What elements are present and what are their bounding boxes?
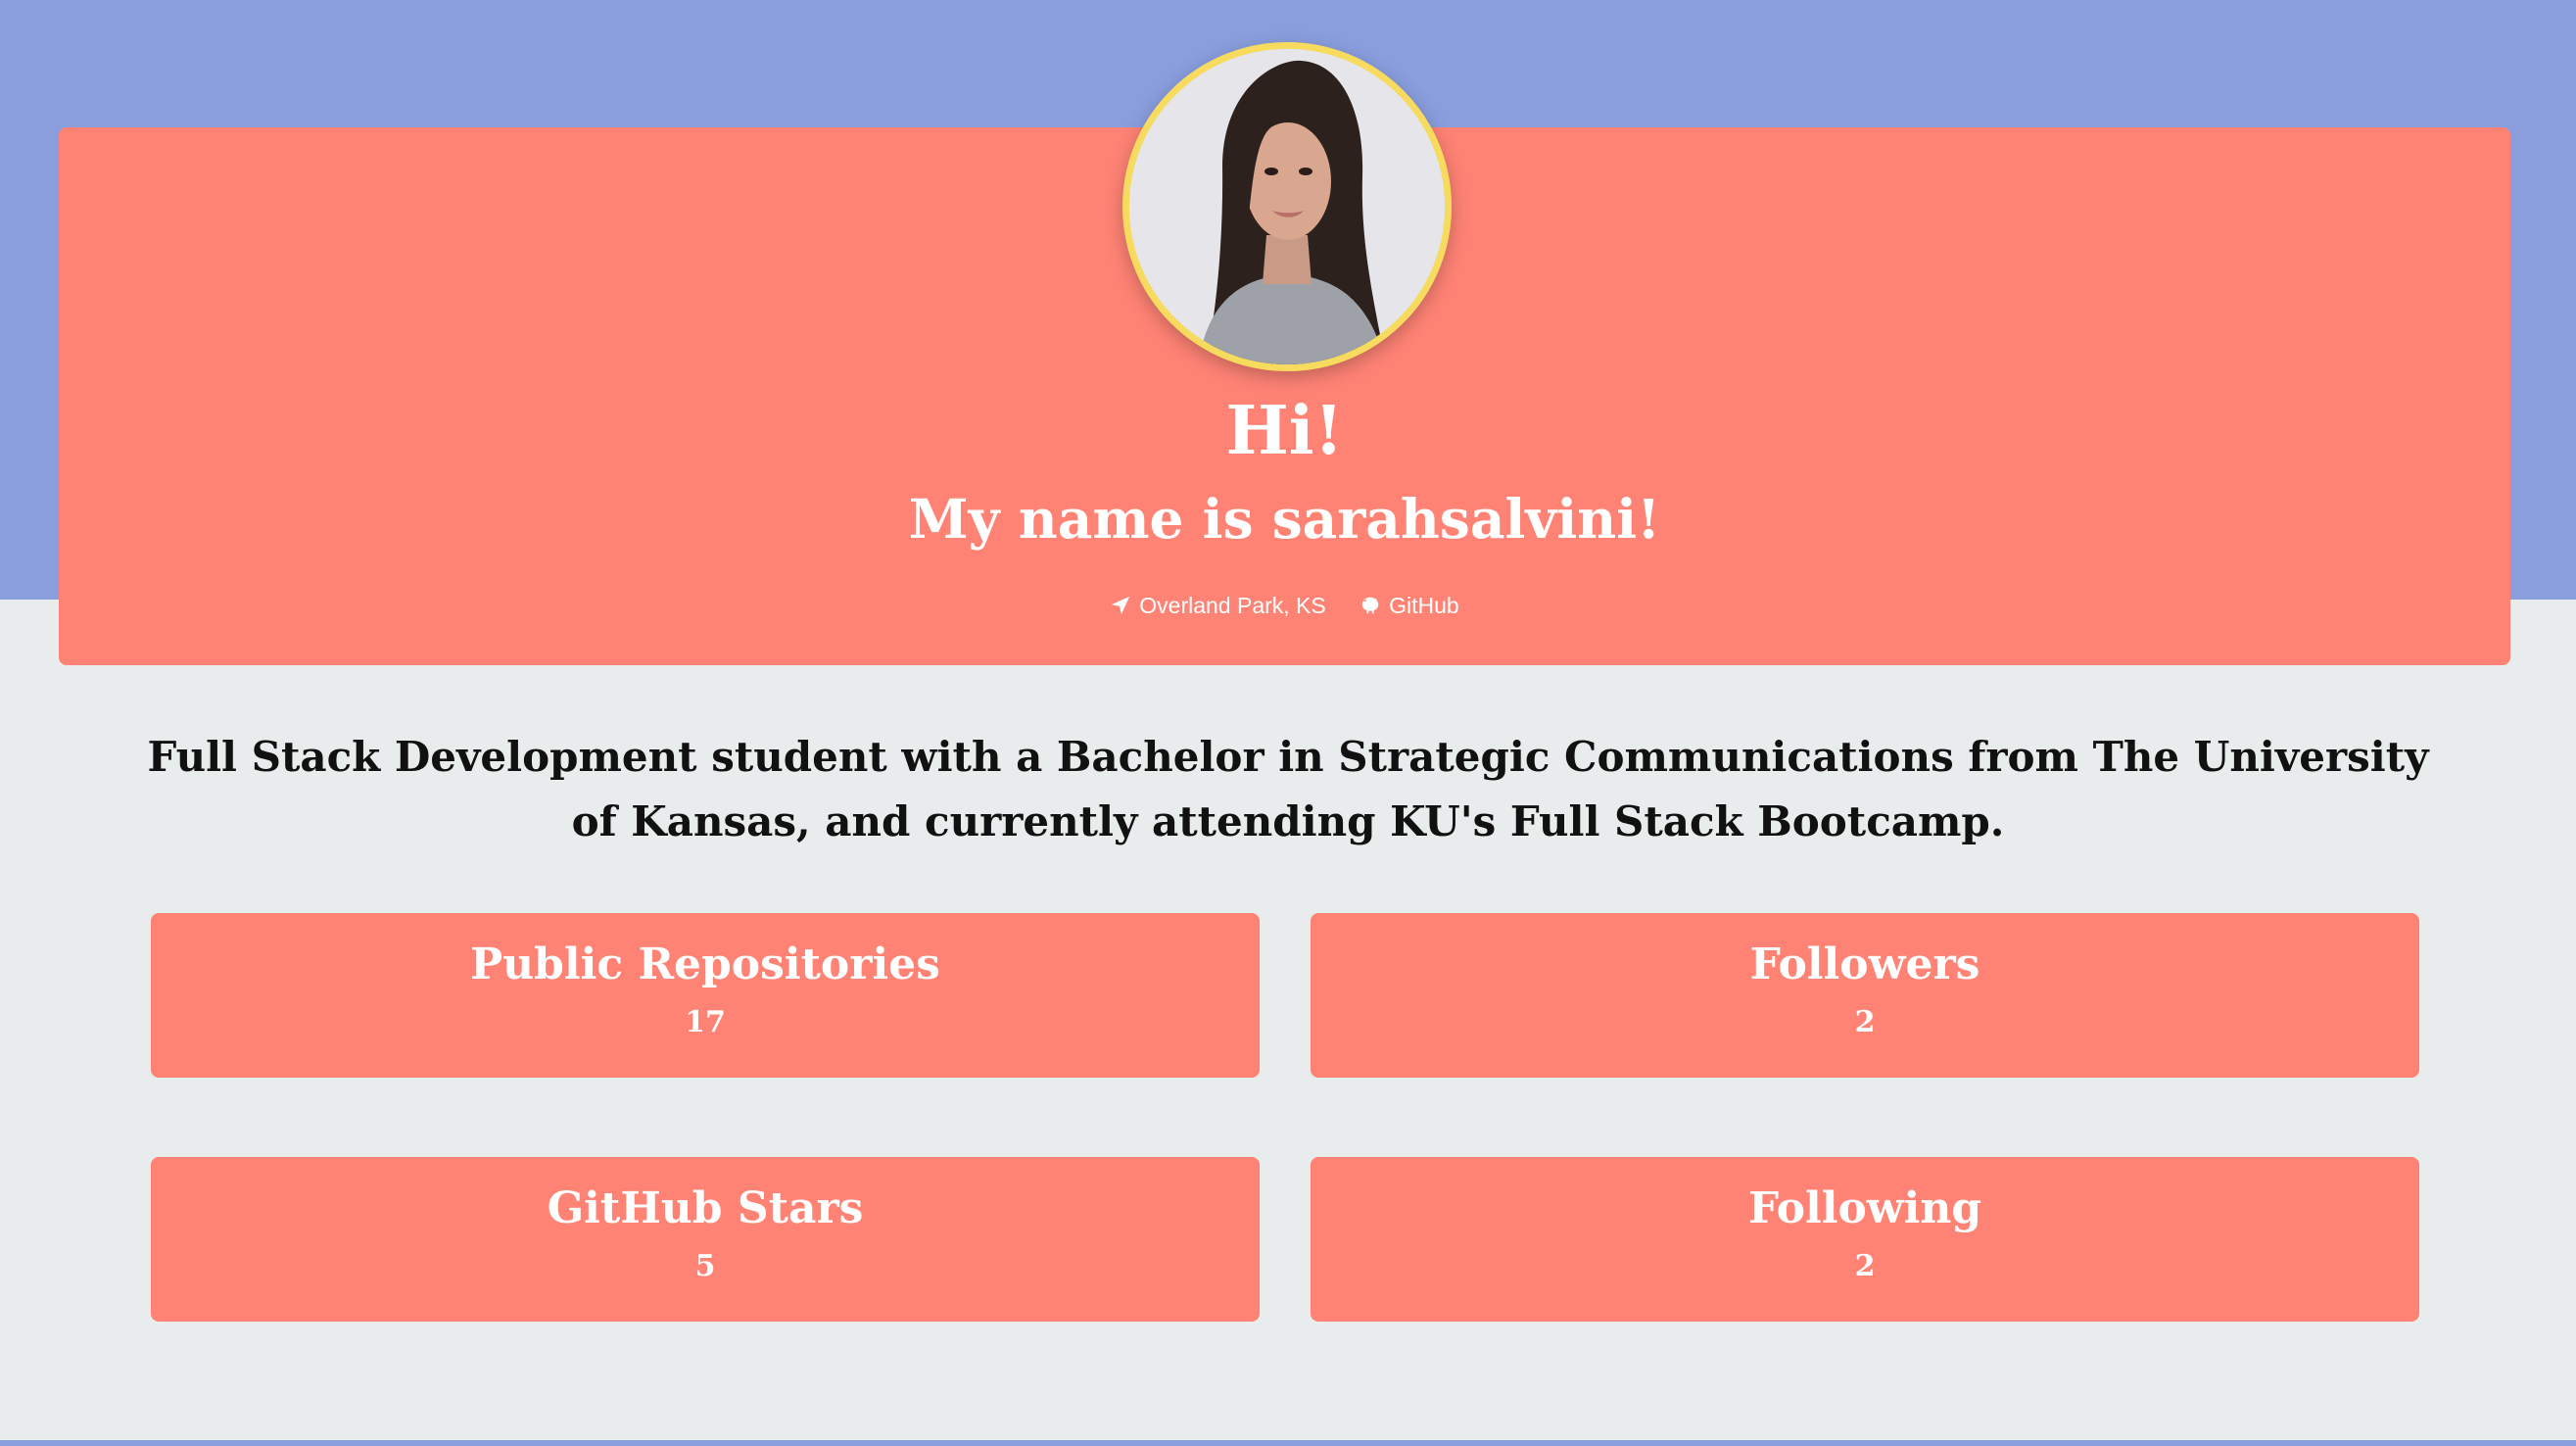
stat-card-public-repositories: Public Repositories 17	[151, 913, 1260, 1078]
stat-value: 2	[1854, 1249, 1876, 1283]
avatar-photo	[1129, 49, 1445, 364]
github-icon	[1361, 597, 1379, 614]
github-label: GitHub	[1389, 593, 1459, 618]
stat-card-following: Following 2	[1311, 1157, 2419, 1322]
location-arrow-icon	[1112, 596, 1130, 615]
bio-text: Full Stack Development student with a Ba…	[147, 733, 2429, 845]
stat-value: 5	[694, 1249, 716, 1283]
location-link[interactable]: Overland Park, KS	[1110, 586, 1326, 625]
stat-label: GitHub Stars	[547, 1183, 864, 1233]
location-label: Overland Park, KS	[1139, 593, 1326, 618]
stat-value: 2	[1854, 1005, 1876, 1039]
stat-label: Followers	[1749, 940, 1980, 989]
avatar	[1122, 42, 1452, 371]
stat-value: 17	[685, 1005, 726, 1039]
name-heading: My name is sarahsalvini!	[908, 487, 1661, 551]
stat-card-followers: Followers 2	[1311, 913, 2419, 1078]
stat-card-github-stars: GitHub Stars 5	[151, 1157, 1260, 1322]
profile-links: Overland Park, KS GitHub	[59, 586, 2510, 628]
stat-label: Following	[1747, 1183, 1982, 1233]
greeting-heading: Hi!	[1225, 392, 1344, 470]
footer-line	[0, 1440, 2576, 1446]
stat-label: Public Repositories	[470, 940, 940, 989]
github-link[interactable]: GitHub	[1360, 586, 1459, 625]
